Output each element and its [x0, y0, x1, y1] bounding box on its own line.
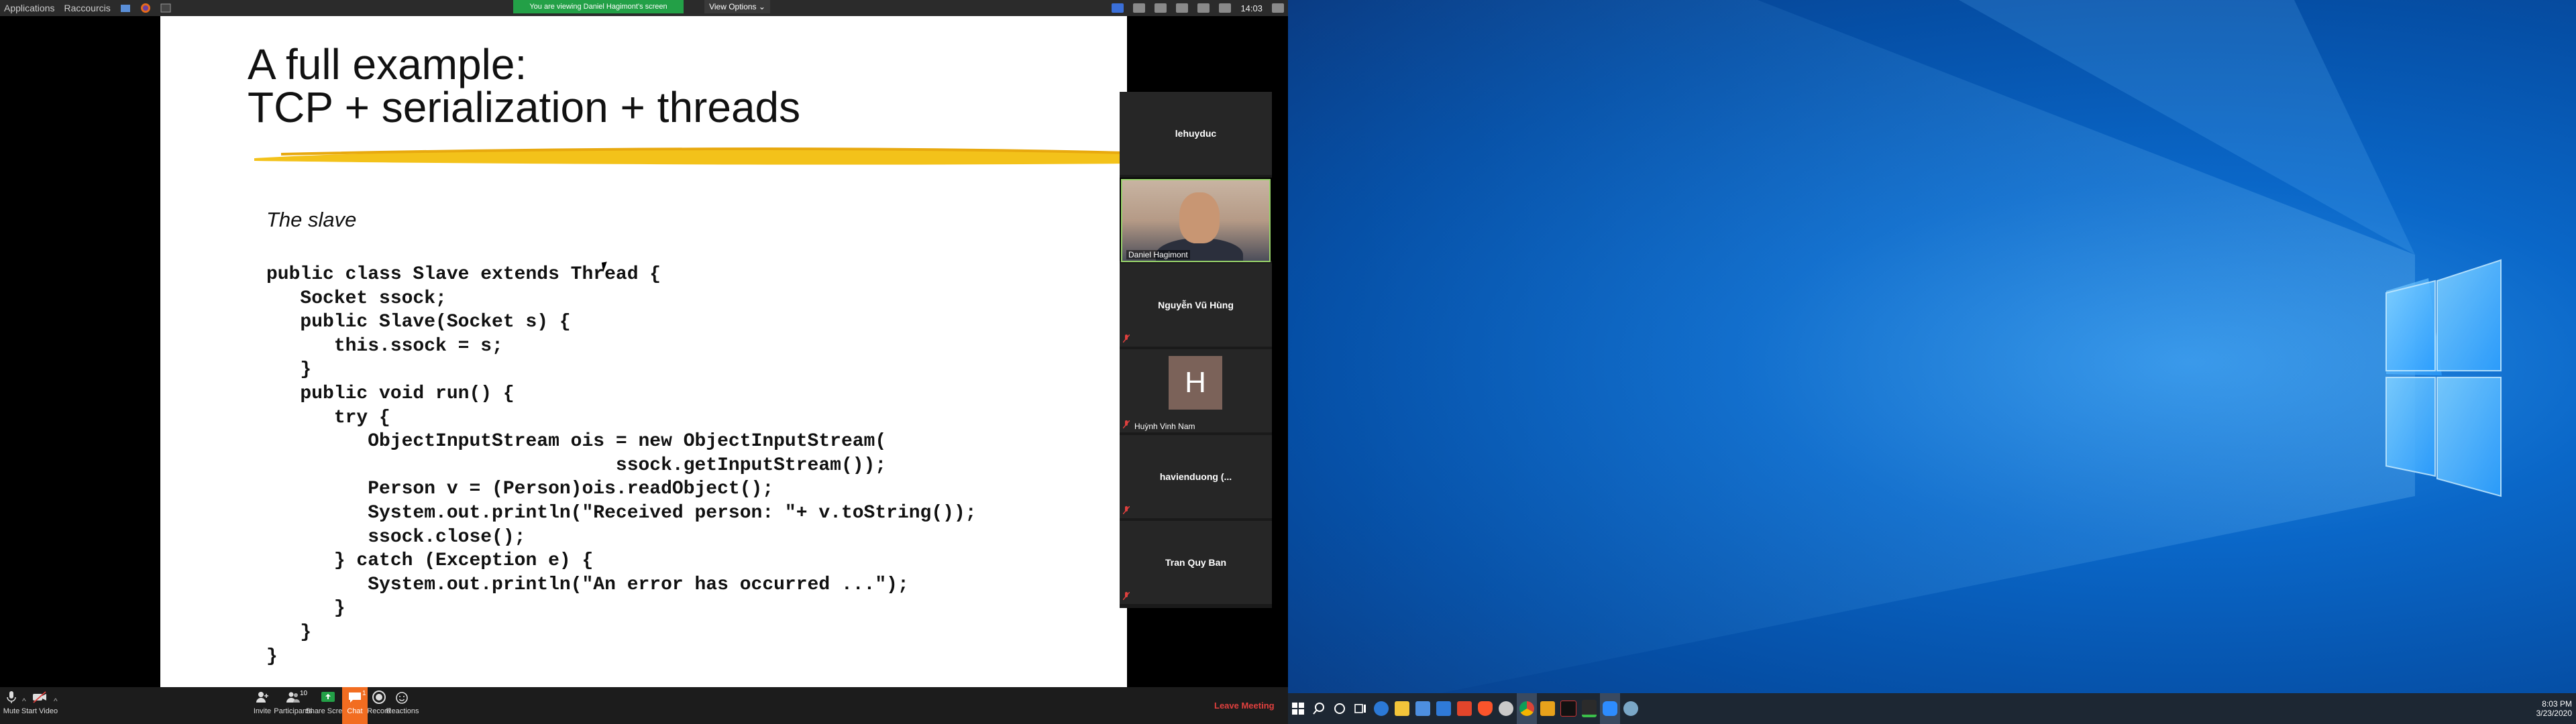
slide-subtitle: The slave: [266, 208, 357, 231]
windows-10-wallpaper: [1288, 0, 2502, 724]
zoom-meeting-toolbar: Mute ^ Start Video ^ Invite Participants…: [0, 687, 1288, 724]
taskbar-app[interactable]: [1517, 693, 1537, 724]
slide-title: A full example: TCP + serialization + th…: [248, 43, 800, 129]
mail-icon[interactable]: [1176, 3, 1189, 13]
taskbar-app[interactable]: [1558, 693, 1578, 724]
windows-start-icon: [1292, 703, 1304, 715]
mail-icon: [1436, 701, 1451, 716]
cortana-icon: [1334, 703, 1345, 714]
participant-name: Daniel Hagimont: [1126, 250, 1190, 259]
power-icon[interactable]: [1272, 3, 1284, 13]
participant-video: Daniel Hagimont: [1121, 179, 1271, 262]
taskbar-app[interactable]: [1579, 693, 1599, 724]
terminal-icon: [1560, 701, 1576, 717]
muted-mic-icon: [1123, 592, 1130, 600]
presentation-slide: A full example: TCP + serialization + th…: [160, 16, 1127, 687]
leave-meeting-button[interactable]: Leave Meeting: [1214, 701, 1275, 711]
yellow-brush-stroke: [254, 147, 1126, 165]
taskbar-app[interactable]: [1475, 693, 1495, 724]
participant-tile[interactable]: havienduong (...: [1120, 435, 1272, 518]
taskbar-date: 3/23/2020: [2536, 709, 2572, 718]
search-button[interactable]: [1309, 693, 1329, 724]
add-person-icon: [256, 692, 268, 703]
search-icon: [1313, 703, 1324, 715]
start-button[interactable]: [1288, 693, 1308, 724]
participant-name: Nguyễn Vũ Hùng: [1158, 300, 1234, 310]
taskbar-time: 8:03 PM: [2542, 699, 2572, 709]
participants-icon: [286, 692, 300, 703]
view-options-button[interactable]: View Options ⌄: [704, 0, 770, 13]
participant-tile[interactable]: Nguyễn Vũ Hùng: [1120, 263, 1272, 347]
smiley-plus-icon: [396, 692, 408, 704]
settings-icon: [1499, 701, 1513, 716]
taskbar-app[interactable]: [1538, 693, 1558, 724]
network-icon: [1623, 701, 1638, 716]
start-video-label: Start Video: [21, 707, 58, 715]
file-explorer-icon: [1395, 701, 1409, 716]
participant-name: Huỳnh Vinh Nam: [1134, 422, 1195, 431]
linux-top-panel: Applications Raccourcis You are viewing …: [0, 0, 1288, 16]
participant-name: lehuyduc: [1175, 128, 1217, 139]
taskbar-app[interactable]: [1454, 693, 1474, 724]
task-view-button[interactable]: [1350, 693, 1371, 724]
zoom-screen-share-window: Applications Raccourcis You are viewing …: [0, 0, 1288, 724]
volume-icon[interactable]: [1219, 3, 1232, 13]
battery-icon[interactable]: [1197, 3, 1210, 13]
taskbar-clock[interactable]: 8:03 PM 3/23/2020: [2529, 693, 2576, 724]
view-options-label: View Options: [709, 2, 757, 11]
participant-tile[interactable]: lehuyduc: [1120, 92, 1272, 175]
participant-video-strip: lehuyduc Daniel Hagimont Nguyễn Vũ Hùng …: [1120, 92, 1272, 608]
taskbar-app[interactable]: [1621, 693, 1641, 724]
windows-taskbar: 8:03 PM 3/23/2020: [1288, 693, 2576, 724]
taskbar-app[interactable]: [1496, 693, 1516, 724]
viewing-screen-banner: You are viewing Daniel Hagimont's screen: [513, 0, 684, 13]
store-icon: [1415, 701, 1430, 716]
brave-icon: [1478, 701, 1493, 716]
muted-mic-icon: [1123, 506, 1130, 514]
reactions-label: Reactions: [386, 707, 419, 715]
taskbar-app[interactable]: [1434, 693, 1454, 724]
participant-tile[interactable]: Tran Quy Ban: [1120, 521, 1272, 604]
zoom-tray-icon[interactable]: [1112, 3, 1124, 13]
taskbar-app[interactable]: [1600, 693, 1620, 724]
keyboard-layout-icon[interactable]: [1155, 3, 1167, 13]
firefox-icon[interactable]: [140, 3, 151, 13]
video-camera-icon: [33, 691, 46, 703]
share-screen-icon: [321, 692, 335, 702]
participant-name: Tran Quy Ban: [1165, 557, 1227, 568]
muted-mic-icon: [1123, 420, 1130, 428]
invite-label: Invite: [253, 707, 272, 715]
windows-logo: [2385, 259, 2502, 497]
video-options-caret[interactable]: ^: [54, 697, 58, 706]
reactions-button[interactable]: Reactions: [379, 690, 426, 715]
chrome-icon: [1519, 701, 1534, 716]
app-icon: [1582, 700, 1597, 717]
slide-title-line1: A full example:: [248, 40, 527, 88]
remote-icon: [1540, 701, 1555, 716]
cortana-button[interactable]: [1330, 693, 1350, 724]
muted-mic-icon: [1123, 335, 1130, 343]
file-manager-icon[interactable]: [120, 3, 131, 13]
shortcuts-menu[interactable]: Raccourcis: [64, 3, 111, 13]
panel-clock: 14:03: [1240, 3, 1263, 13]
bluetooth-icon[interactable]: [1133, 3, 1146, 13]
terminal-icon[interactable]: [160, 3, 171, 13]
participant-avatar: H: [1169, 356, 1222, 410]
participant-name: havienduong (...: [1159, 471, 1232, 482]
participant-tile[interactable]: H Huỳnh Vinh Nam: [1120, 349, 1272, 432]
taskbar-app[interactable]: [1413, 693, 1433, 724]
edge-icon: [1374, 701, 1389, 716]
participant-tile-active-speaker[interactable]: Daniel Hagimont: [1120, 178, 1272, 262]
task-view-icon: [1354, 704, 1366, 713]
windows-desktop: 8:03 PM 3/23/2020: [1288, 0, 2576, 724]
taskbar-app[interactable]: [1371, 693, 1391, 724]
code-block: public class Slave extends Thread { Sock…: [266, 264, 977, 667]
slide-title-line2: TCP + serialization + threads: [248, 83, 801, 131]
office-icon: [1457, 701, 1472, 716]
applications-menu[interactable]: Applications: [4, 3, 55, 13]
zoom-icon: [1603, 701, 1617, 716]
taskbar-app[interactable]: [1392, 693, 1412, 724]
speaker-face: [1179, 192, 1220, 243]
